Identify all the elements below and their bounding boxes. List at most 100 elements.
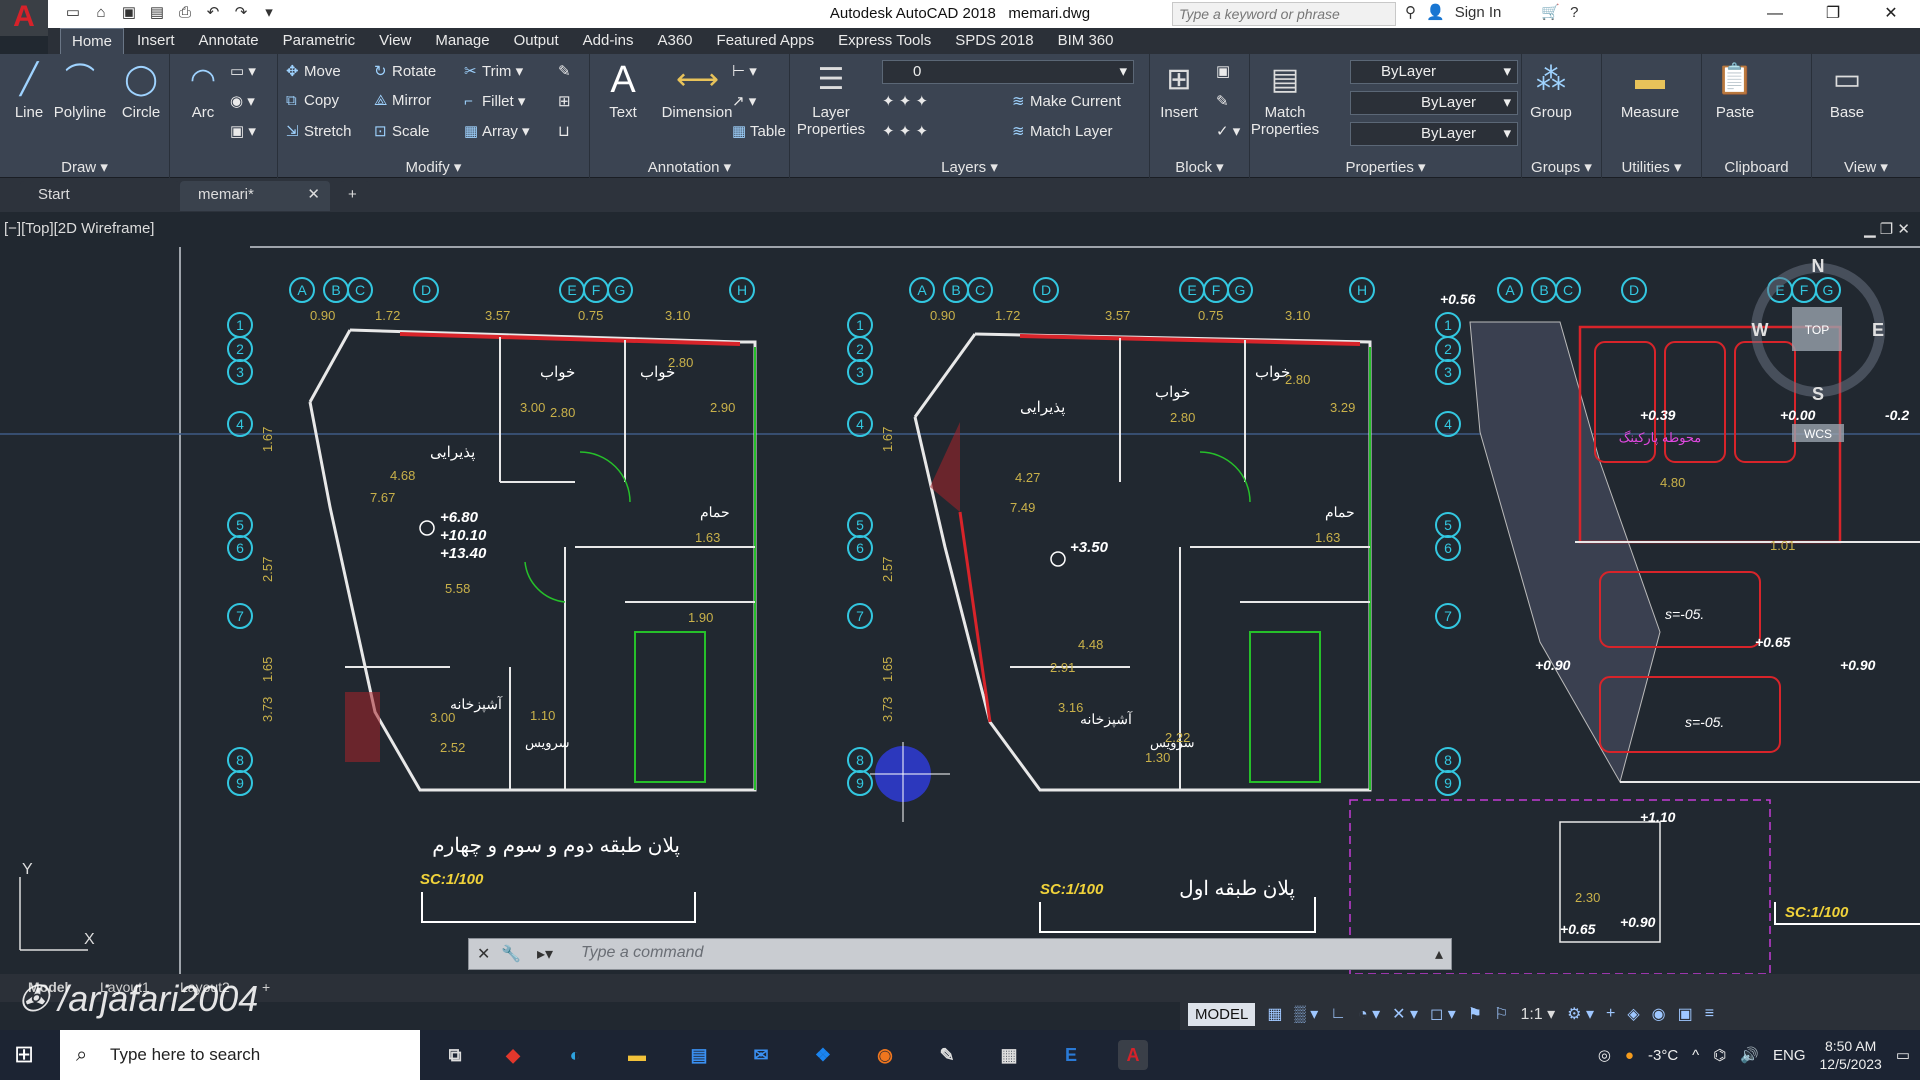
layer-properties-button[interactable]: ☰ Layer Properties <box>796 60 866 138</box>
tab-featured-apps[interactable]: Featured Apps <box>706 28 826 54</box>
restore-icon[interactable]: ❐ <box>1880 221 1893 238</box>
linetype-dropdown[interactable]: ByLayer ▾ <box>1350 91 1518 115</box>
snap-icon[interactable]: ▒ ▾ <box>1294 1004 1318 1024</box>
move-button[interactable]: ✥ Move <box>286 62 341 80</box>
new-tab-icon[interactable]: + <box>340 181 370 211</box>
binoculars-icon[interactable]: ⚲ <box>1405 3 1416 21</box>
viewcube-east[interactable]: E <box>1872 320 1884 340</box>
paste-button[interactable]: 📋 Paste <box>1706 60 1764 121</box>
groups-panel-label[interactable]: Groups ▾ <box>1522 158 1601 176</box>
notification-icon[interactable]: ▭ <box>1896 1046 1910 1064</box>
annotation-scale-icon[interactable]: ⚐ <box>1494 1004 1508 1024</box>
minimize-icon[interactable]: ▁ <box>1864 221 1876 238</box>
isodraft-icon[interactable]: ✕ ▾ <box>1392 1004 1418 1024</box>
chevron-up-icon[interactable]: ^ <box>1692 1047 1699 1064</box>
clipboard-panel-label[interactable]: Clipboard <box>1702 159 1811 176</box>
viewcube-west[interactable]: W <box>1752 320 1769 340</box>
edge-icon[interactable]: ◐ <box>560 1040 590 1070</box>
mail-icon[interactable]: ✉ <box>746 1040 776 1070</box>
cart-icon[interactable]: 🛒 <box>1541 3 1560 21</box>
tab-spds-2018[interactable]: SPDS 2018 <box>944 28 1044 54</box>
arc-button[interactable]: ◠ Arc <box>174 60 232 121</box>
dimension-button[interactable]: ⟷ Dimension <box>652 60 742 121</box>
stretch-button[interactable]: ⇲ Stretch <box>286 122 352 140</box>
region-icon[interactable]: ▣ ▾ <box>230 122 256 140</box>
weather-icon[interactable]: ● <box>1625 1047 1634 1064</box>
help-search-input[interactable]: Type a keyword or phrase <box>1172 2 1396 26</box>
layers-panel-label[interactable]: Layers ▾ <box>790 158 1149 176</box>
base-button[interactable]: ▭ Base <box>1818 60 1876 121</box>
restore-icon[interactable]: ❐ <box>1804 0 1862 28</box>
tab-output[interactable]: Output <box>503 28 570 54</box>
tab-view[interactable]: View <box>368 28 422 54</box>
draw-panel-label[interactable]: Draw ▾ <box>0 158 169 176</box>
measure-button[interactable]: ▬ Measure <box>1602 60 1698 121</box>
lineweight-dropdown[interactable]: ByLayer ▾ <box>1350 122 1518 146</box>
temperature[interactable]: -3°C <box>1648 1047 1678 1064</box>
sign-in-link[interactable]: Sign In <box>1455 4 1502 21</box>
clean-screen-icon[interactable]: ▣ <box>1678 1004 1693 1024</box>
utilities-panel-label[interactable]: Utilities ▾ <box>1602 158 1701 176</box>
table-button[interactable]: ▦ Table <box>732 122 786 140</box>
command-input[interactable]: Type a command <box>581 944 703 962</box>
tab-bim-360[interactable]: BIM 360 <box>1047 28 1125 54</box>
copy-button[interactable]: ⧉ Copy <box>286 92 339 109</box>
firefox-icon[interactable]: ◉ <box>870 1040 900 1070</box>
user-icon[interactable]: 👤 <box>1426 3 1445 21</box>
insert-button[interactable]: ⊞ Insert <box>1150 60 1208 121</box>
minimize-icon[interactable]: — <box>1746 0 1804 28</box>
layer-tools-icon[interactable]: ✦ ✦ ✦ <box>882 122 928 140</box>
polyline-button[interactable]: ⌒ Polyline <box>50 60 110 121</box>
customize-wrench-icon[interactable]: 🔧 <box>501 944 521 964</box>
edit-block-icon[interactable]: ✎ <box>1216 92 1229 110</box>
viewcube-north[interactable]: N <box>1812 256 1825 276</box>
scale-button[interactable]: ⊡ Scale <box>374 122 430 140</box>
trim-button[interactable]: ✂ Trim ▾ <box>464 62 523 80</box>
rotate-button[interactable]: ↻ Rotate <box>374 62 436 80</box>
close-icon[interactable]: ✕ <box>477 944 490 964</box>
offset-icon[interactable]: ⊔ <box>558 122 570 140</box>
plus-icon[interactable]: + <box>1606 1005 1615 1023</box>
workspace-gear-icon[interactable]: ⚙ ▾ <box>1567 1004 1594 1024</box>
tab-manage[interactable]: Manage <box>424 28 500 54</box>
close-icon[interactable]: ✕ <box>1897 221 1910 238</box>
language-indicator[interactable]: ENG <box>1773 1047 1806 1064</box>
tab-express-tools[interactable]: Express Tools <box>827 28 942 54</box>
customize-menu-icon[interactable]: ≡ <box>1705 1005 1714 1023</box>
match-layer-button[interactable]: ≋ Match Layer <box>1012 122 1113 140</box>
tab-memari[interactable]: memari* ✕ <box>180 181 330 211</box>
anydesk-icon[interactable]: ◆ <box>498 1040 528 1070</box>
make-current-button[interactable]: ≋ Make Current <box>1012 92 1121 110</box>
network-icon[interactable]: ⌬ <box>1713 1046 1726 1064</box>
hatch-icon[interactable]: ◉ ▾ <box>230 92 255 110</box>
view-panel-label[interactable]: View ▾ <box>1812 158 1920 176</box>
mirror-button[interactable]: ⟁ Mirror <box>374 92 431 109</box>
circle-button[interactable]: ◯ Circle <box>112 60 170 121</box>
command-prompt-icon[interactable]: ▸▾ <box>537 944 553 964</box>
array-button[interactable]: ▦ Array ▾ <box>464 122 530 140</box>
layer-state-icon[interactable]: ✦ ✦ ✦ <box>882 92 928 110</box>
taskbar-search-input[interactable]: ⌕ Type here to search <box>60 1030 420 1080</box>
tab-a360[interactable]: A360 <box>646 28 703 54</box>
close-icon[interactable]: ✕ <box>1862 0 1920 28</box>
text-button[interactable]: A Text <box>594 60 652 121</box>
viewport-controls-label[interactable]: [−][Top][2D Wireframe] <box>4 220 154 237</box>
paint-icon[interactable]: ✎ <box>932 1040 962 1070</box>
tab-home[interactable]: Home <box>60 28 125 54</box>
block-panel-label[interactable]: Block ▾ <box>1150 158 1249 176</box>
viewcube-south[interactable]: S <box>1812 384 1824 404</box>
chevron-up-icon[interactable]: ▴ <box>1435 944 1443 964</box>
store-icon[interactable]: ▤ <box>684 1040 714 1070</box>
dropbox-icon[interactable]: ❖ <box>808 1040 838 1070</box>
create-block-icon[interactable]: ▣ <box>1216 62 1230 80</box>
leader-icon[interactable]: ⊢ ▾ <box>732 62 757 80</box>
tab-start[interactable]: Start <box>20 181 180 211</box>
multileader-icon[interactable]: ↗ ▾ <box>732 92 756 110</box>
calculator-icon[interactable]: ▦ <box>994 1040 1024 1070</box>
layer-dropdown[interactable]: 0 ▾ <box>882 60 1134 84</box>
object-snap-icon[interactable]: ◻ ▾ <box>1430 1004 1456 1024</box>
outlook-icon[interactable]: E <box>1056 1040 1086 1070</box>
group-button[interactable]: ⁂ Group <box>1522 60 1580 121</box>
command-line[interactable]: ✕ 🔧 ▸▾ Type a command ▴ <box>468 938 1452 970</box>
volume-icon[interactable]: 🔊 <box>1740 1046 1759 1064</box>
